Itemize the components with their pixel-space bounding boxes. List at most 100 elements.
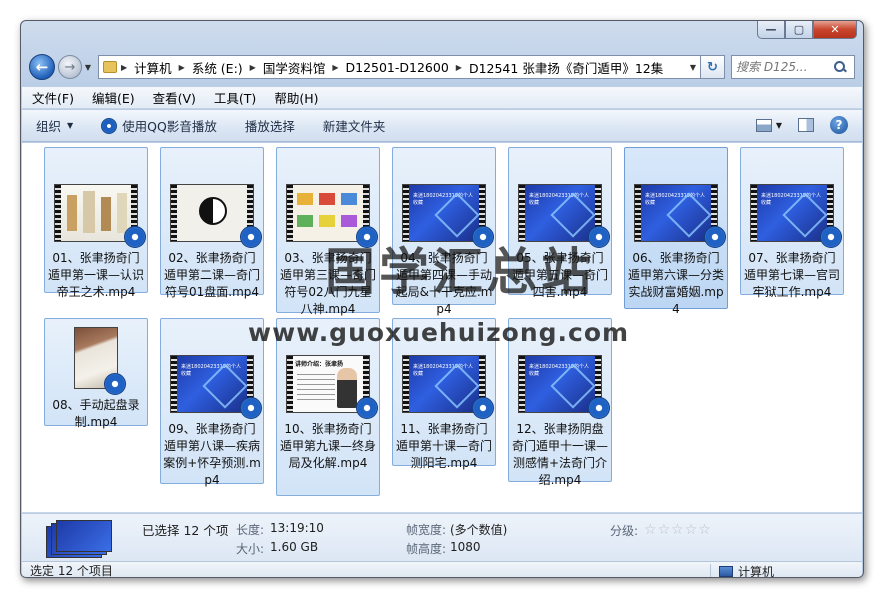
search-box[interactable] — [731, 55, 855, 79]
preview-pane-icon[interactable] — [798, 118, 814, 132]
view-dropdown-icon[interactable]: ▼ — [776, 121, 782, 130]
video-thumbnail — [286, 184, 378, 248]
chevron-right-icon[interactable]: ▶ — [121, 63, 127, 72]
chevron-down-icon: ▼ — [67, 121, 74, 130]
qq-player-icon — [356, 397, 378, 419]
file-tile[interactable]: 01、张聿扬奇门遁甲第一课—认识帝王之术.mp4 — [44, 147, 148, 299]
qq-player-icon — [240, 226, 262, 248]
qq-player-icon — [472, 397, 494, 419]
video-thumbnail: 来迷18020423319的个人 收藏 — [402, 184, 494, 248]
qq-player-icon — [704, 226, 726, 248]
menu-help[interactable]: 帮助(H) — [274, 88, 318, 107]
file-name: 09、张聿扬奇门遁甲第八课—疾病案例+怀孕预测.mp4 — [163, 422, 261, 487]
file-tile[interactable]: 02、张聿扬奇门遁甲第二课—奇门符号01盘面.mp4 — [160, 147, 264, 299]
star-icon[interactable]: ☆ — [685, 522, 698, 538]
selected-files-stack-icon — [46, 518, 118, 558]
qq-player-icon — [124, 226, 146, 248]
toolbar-right: ▼ ? — [755, 116, 848, 134]
status-zone: 计算机 — [710, 564, 775, 578]
refresh-button[interactable]: ↻ — [701, 55, 725, 79]
new-folder-button[interactable]: 新建文件夹 — [323, 116, 386, 135]
breadcrumb-item-range[interactable]: D12501-D12600 — [346, 60, 449, 75]
file-tile[interactable]: 来迷18020423319的个人 收藏 06、张聿扬奇门遁甲第六课—分类实战财富婚… — [624, 147, 728, 316]
file-tile[interactable]: 03、张聿扬奇门遁甲第三课—奇门符号02八门九星八神.mp4 — [276, 147, 380, 316]
star-icon[interactable]: ☆ — [644, 522, 657, 538]
minimize-button[interactable]: — — [757, 21, 785, 39]
video-thumbnail: 来迷18020423319的个人 收藏 — [750, 184, 842, 248]
thumbnail-caption: 来迷18020423319的个人 收藏 — [529, 193, 589, 206]
file-tile[interactable]: 来迷18020423319的个人 收藏 07、张聿扬奇门遁甲第七课—官司牢狱工作.… — [740, 147, 844, 299]
star-icon[interactable]: ☆ — [671, 522, 684, 538]
video-thumbnail — [74, 327, 126, 395]
video-thumbnail — [170, 184, 262, 248]
star-icon[interactable]: ☆ — [658, 522, 671, 538]
file-tile[interactable]: 08、手动起盘录制.mp4 — [44, 318, 148, 429]
back-button[interactable]: ← — [29, 54, 55, 80]
details-pane: 已选择 12 个项 长度: 13:19:10 大小: 1.60 GB 帧宽度: … — [22, 514, 862, 561]
refresh-icon: ↻ — [707, 59, 718, 75]
play-selection-button[interactable]: 播放选择 — [245, 116, 295, 135]
folder-icon — [103, 61, 117, 73]
menu-view[interactable]: 查看(V) — [153, 88, 196, 107]
file-name: 12、张聿扬阴盘奇门遁甲十一课—测感情+法奇门介绍.mp4 — [511, 422, 608, 487]
forward-button[interactable]: → — [58, 55, 82, 79]
file-tile[interactable]: 来迷18020423319的个人 收藏 05、张聿扬奇门遁甲第五课—奇门四害.mp… — [508, 147, 612, 299]
file-name: 05、张聿扬奇门遁甲第五课—奇门四害.mp4 — [511, 251, 608, 299]
status-selection-text: 选定 12 个项目 — [30, 564, 113, 578]
help-icon[interactable]: ? — [830, 116, 848, 134]
close-button[interactable]: ✕ — [813, 21, 857, 39]
address-bar[interactable]: ▶ 计算机 ▶ 系统 (E:) ▶ 国学资料馆 ▶ D12501-D12600 … — [98, 55, 701, 79]
rating-stars[interactable]: ☆ ☆ ☆ ☆ ☆ — [644, 522, 712, 538]
computer-icon — [719, 565, 733, 577]
breadcrumb-item-drive[interactable]: 系统 (E:) — [192, 58, 243, 77]
file-name: 06、张聿扬奇门遁甲第六课—分类实战财富婚姻.mp4 — [627, 251, 724, 316]
chevron-right-icon[interactable]: ▶ — [250, 63, 256, 72]
selection-count: 已选择 12 个项 — [142, 523, 229, 538]
command-bar: 组织 ▼ 使用QQ影音播放 播放选择 新建文件夹 ▼ ? — [22, 110, 862, 142]
qq-player-icon — [101, 117, 118, 134]
qq-player-icon — [820, 226, 842, 248]
chevron-right-icon[interactable]: ▶ — [456, 63, 462, 72]
qq-play-button[interactable]: 使用QQ影音播放 — [101, 116, 217, 135]
frame-height-label: 帧高度: — [406, 542, 447, 556]
breadcrumb-item-library[interactable]: 国学资料馆 — [263, 58, 326, 77]
chevron-right-icon[interactable]: ▶ — [179, 63, 185, 72]
file-tile[interactable]: 来迷18020423319的个人 收藏 12、张聿扬阴盘奇门遁甲十一课—测感情+法… — [508, 318, 612, 487]
explorer-window: — ▢ ✕ ← → ▼ ▶ 计算机 ▶ 系统 (E:) ▶ 国学资料馆 ▶ D1… — [20, 20, 864, 578]
menu-edit[interactable]: 编辑(E) — [92, 88, 135, 107]
video-thumbnail — [54, 184, 146, 248]
file-tile[interactable]: 讲师介绍：张聿扬 10、张聿扬奇门遁甲第九课—终身局及化解.mp4 — [276, 318, 380, 496]
chevron-right-icon[interactable]: ▶ — [332, 63, 338, 72]
file-name: 08、手动起盘录制.mp4 — [52, 398, 140, 429]
video-thumbnail: 来迷18020423319的个人 收藏 — [518, 184, 610, 248]
frame-width-label: 帧宽度: — [406, 523, 447, 537]
size-label: 大小: — [236, 542, 265, 556]
address-dropdown-icon[interactable]: ▼ — [690, 63, 696, 72]
file-tile[interactable]: 来迷18020423319的个人 收藏 09、张聿扬奇门遁甲第八课—疾病案例+怀孕… — [160, 318, 264, 487]
search-input[interactable] — [736, 60, 834, 74]
rating-label: 分级: — [610, 524, 639, 538]
breadcrumb-item-current[interactable]: D12541 张聿扬《奇门遁甲》12集 — [469, 58, 663, 77]
change-view-icon[interactable] — [755, 118, 772, 132]
menu-tools[interactable]: 工具(T) — [214, 88, 256, 107]
file-grid: 01、张聿扬奇门遁甲第一课—认识帝王之术.mp4 02、张聿扬奇门遁甲第二课—奇门… — [22, 143, 862, 513]
thumbnail-caption: 来迷18020423319的个人 收藏 — [645, 193, 705, 206]
recent-pages-dropdown[interactable]: ▼ — [82, 63, 94, 72]
frame-width-value: (多个数值) — [450, 523, 508, 537]
breadcrumb-item-computer[interactable]: 计算机 — [134, 58, 172, 77]
file-tile[interactable]: 来迷18020423319的个人 收藏 04、张聿扬奇门遁甲第四课—手动起局&十干… — [392, 147, 496, 316]
maximize-button[interactable]: ▢ — [785, 21, 813, 39]
file-name: 03、张聿扬奇门遁甲第三课—奇门符号02八门九星八神.mp4 — [279, 251, 376, 316]
video-thumbnail: 来迷18020423319的个人 收藏 — [518, 355, 610, 419]
organize-button[interactable]: 组织 ▼ — [36, 116, 73, 135]
menu-file[interactable]: 文件(F) — [32, 88, 74, 107]
star-icon[interactable]: ☆ — [698, 522, 711, 538]
status-zone-label: 计算机 — [738, 564, 775, 578]
qq-player-icon — [588, 226, 610, 248]
file-tile[interactable]: 来迷18020423319的个人 收藏 11、张聿扬奇门遁甲第十课—奇门测阳宅.m… — [392, 318, 496, 470]
qq-player-icon — [588, 397, 610, 419]
breadcrumb: 计算机 ▶ 系统 (E:) ▶ 国学资料馆 ▶ D12501-D12600 ▶ … — [134, 58, 663, 77]
menu-bar: 文件(F) 编辑(E) 查看(V) 工具(T) 帮助(H) — [22, 87, 862, 109]
thumbnail-caption: 来迷18020423319的个人 收藏 — [761, 193, 821, 206]
search-icon[interactable] — [834, 61, 846, 73]
